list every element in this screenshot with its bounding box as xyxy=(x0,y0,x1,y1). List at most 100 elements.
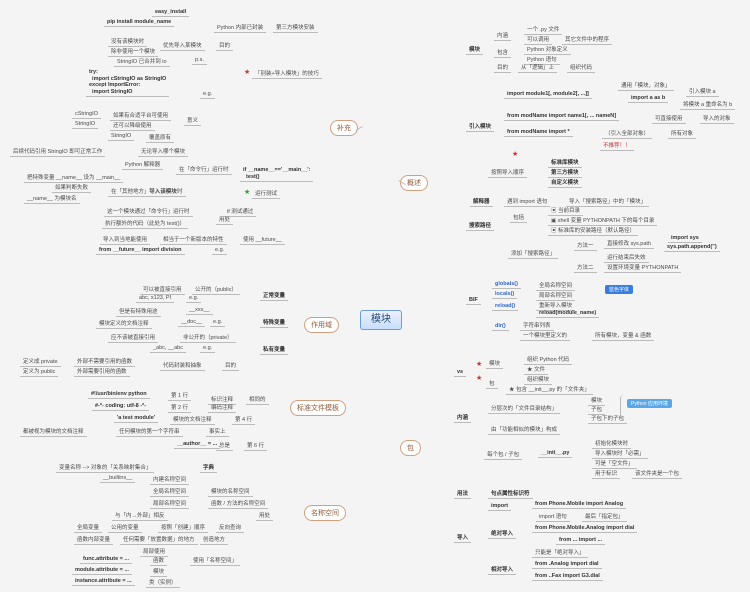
root-node[interactable]: 模块 xyxy=(360,310,402,330)
b-mokuai: 模块 xyxy=(486,358,503,369)
n-ruguos: 如果判断失败 xyxy=(52,182,91,193)
m-lei: 类（实例） xyxy=(146,577,180,588)
b-fenceng: 分层次的「文件目录结构」 xyxy=(488,403,560,414)
m-mokuai2: 模块 xyxy=(150,566,167,577)
g-sousuol: 搜索路径 xyxy=(466,220,494,231)
m-func: func.attribute = ... xyxy=(80,555,132,564)
b-meige: 每个包 / 子包 xyxy=(484,449,522,460)
g-mudi: 目的 xyxy=(494,62,511,73)
m-goukong: 公用的变量 xyxy=(108,522,142,533)
hub-buchong[interactable]: 补充 xyxy=(330,120,358,136)
w-shishang: 事实上 xyxy=(206,426,229,437)
b-zuihou: 最后「指定包」 xyxy=(582,511,627,522)
m-jubu: 局部名称空间 xyxy=(150,498,189,509)
w-l3: 'a test module' xyxy=(114,414,158,423)
hub-mingcheng[interactable]: 名称空间 xyxy=(304,505,346,521)
n-eg2: e.g. xyxy=(212,246,227,255)
g-impsys: import sys xyxy=(668,234,702,243)
w-d4: 第 4 行 xyxy=(232,414,255,425)
hub-wenjianmuban[interactable]: 标准文件模板 xyxy=(290,400,346,416)
g-yudao: 遇到 import 语句 xyxy=(504,196,550,207)
b-judian: 句点属性标识符 xyxy=(488,488,533,499)
g-yigemo: 一个模块里定义的 xyxy=(520,330,570,341)
n-cstr: cStringIO xyxy=(72,110,101,119)
b-daoru: 导入 xyxy=(454,532,471,543)
n-namew: __name__ 为模块名 xyxy=(24,193,80,204)
g-yinrua: 引入模块 a xyxy=(686,86,719,97)
g-jieshi: 解释器 xyxy=(470,196,493,207)
n-mudi1: 目的 xyxy=(216,40,233,51)
w-d1: 第 1 行 xyxy=(168,390,191,401)
b-vs: vs xyxy=(454,368,466,377)
b-neihan: 内涵 xyxy=(454,412,471,423)
g-jiang: 将模块 a 重命名为 b xyxy=(680,99,735,110)
g-butui: 不推荐！！ xyxy=(600,140,634,151)
g-loc: locals() xyxy=(492,290,517,299)
g-dir: dir() xyxy=(492,322,509,331)
g-baohan: 包含 xyxy=(494,47,511,58)
n-houxu: 后续代码引用 StringIO 即可正常工作 xyxy=(10,146,105,157)
mindmap-canvas: 模块 补充 作用域 标准文件模板 名称空间 概述 包 蓝色字体 Python 应… xyxy=(0,0,750,592)
n-fromf: from __future__ import division xyxy=(96,246,185,255)
b-juedui: 绝对导入 xyxy=(488,528,516,539)
b-importyu: import 语句 xyxy=(536,511,570,522)
g-importm: import module1[, module2[, ...]] xyxy=(504,90,592,99)
b-you: 由「功能相似的模块」构成 xyxy=(488,424,560,435)
z-doc: __doc__ xyxy=(178,318,205,327)
z-feikai: 非公开的（private） xyxy=(180,332,236,343)
w-bianma: 编码注释 xyxy=(208,402,236,413)
w-d2: 第 2 行 xyxy=(168,402,191,413)
b-fromph: from Phone.Mobile import Analog xyxy=(532,500,626,509)
g-shezhi: 设置环境变量 PYTHONPATH xyxy=(604,262,681,273)
w-zongshi: 总是 xyxy=(216,440,233,451)
w-xiangtong: 相同的 xyxy=(246,394,269,405)
b-baohan: ★ 包含 __init__.py 的「文件夹」 xyxy=(506,384,593,395)
tag-env: Python 应用环境 xyxy=(627,399,672,408)
z-xxx: __xxx__ xyxy=(186,306,213,315)
m-mokuaiq: 模块的名称空间 xyxy=(208,486,253,497)
m-blt: __builtins__ xyxy=(100,474,135,483)
z-yingbu: 应不该被直接引用 xyxy=(108,332,158,343)
g-zuzhi: 组织代码 xyxy=(567,62,595,73)
z-teshu: 特殊变量 xyxy=(260,317,288,328)
m-instance: instance.attribute = ... xyxy=(72,577,135,586)
z-dpu: 定义为 public xyxy=(20,366,58,377)
n-shiyong: 使用 __future__ xyxy=(240,234,285,245)
n-youxian: 优先导入某模块 xyxy=(160,40,205,51)
n-daorudao: 导入到当地能使用 xyxy=(100,234,150,245)
m-renhe: 任何需要「放置数据」的地方 xyxy=(120,534,198,545)
g-fromm: from modName import name1[, ... nameN] xyxy=(504,112,619,121)
brace-env xyxy=(620,395,627,417)
n-pyjs: Python 解释器 xyxy=(122,159,163,170)
b-yongfa: 用法 xyxy=(454,488,471,499)
n-eg1: e.g. xyxy=(200,90,215,99)
g-cong: 从「逻辑」上 xyxy=(518,62,557,73)
n-easy: easy_install xyxy=(152,8,189,17)
b-import: import xyxy=(488,502,511,511)
g-zidingyi: 自定义模块 xyxy=(548,177,582,188)
w-l4: 任何模块的第一个字符串 xyxy=(116,426,183,437)
hub-zuoyongyu[interactable]: 作用域 xyxy=(304,317,339,333)
b-fromim: from ... import ... xyxy=(556,536,605,545)
n-zheyi: 这一个模块通过「命令行」运行时 xyxy=(104,206,193,217)
n-yongchu1: 用处 xyxy=(216,214,233,225)
n-strm2: StringIO xyxy=(108,132,134,141)
hub-bao[interactable]: 包 xyxy=(400,440,421,456)
b-xiang: 相对导入 xyxy=(488,564,516,575)
b-yongyu: 用于标识 xyxy=(592,468,620,479)
g-ff2: 方法二 xyxy=(574,262,597,273)
m-fan: 反向查询 xyxy=(216,522,244,533)
b-gaiwen: 该文件夹是一个包 xyxy=(632,468,682,479)
w-l1: #!/usr/bin/env python xyxy=(88,390,150,399)
m-hanshu2: 函数 xyxy=(150,555,167,566)
star-green1: ★ xyxy=(244,188,250,196)
g-kezhi: 可直接使用 xyxy=(652,113,686,124)
z-mokuaid: 模块定义的文档注释 xyxy=(96,318,152,329)
w-l2: #-*- coding: utf-8 -*- xyxy=(92,402,149,411)
b-fromfax: from ..Fax import G3.dial xyxy=(532,572,603,581)
n-wulun: 无论导入哪个模块 xyxy=(138,146,188,157)
g-zhijie: 直接修改 sys.path xyxy=(604,238,654,249)
g-ff1: 方法一 xyxy=(574,240,597,251)
g-daorude: 导入的对象 xyxy=(700,113,734,124)
n-strm: StringIO xyxy=(72,120,98,129)
